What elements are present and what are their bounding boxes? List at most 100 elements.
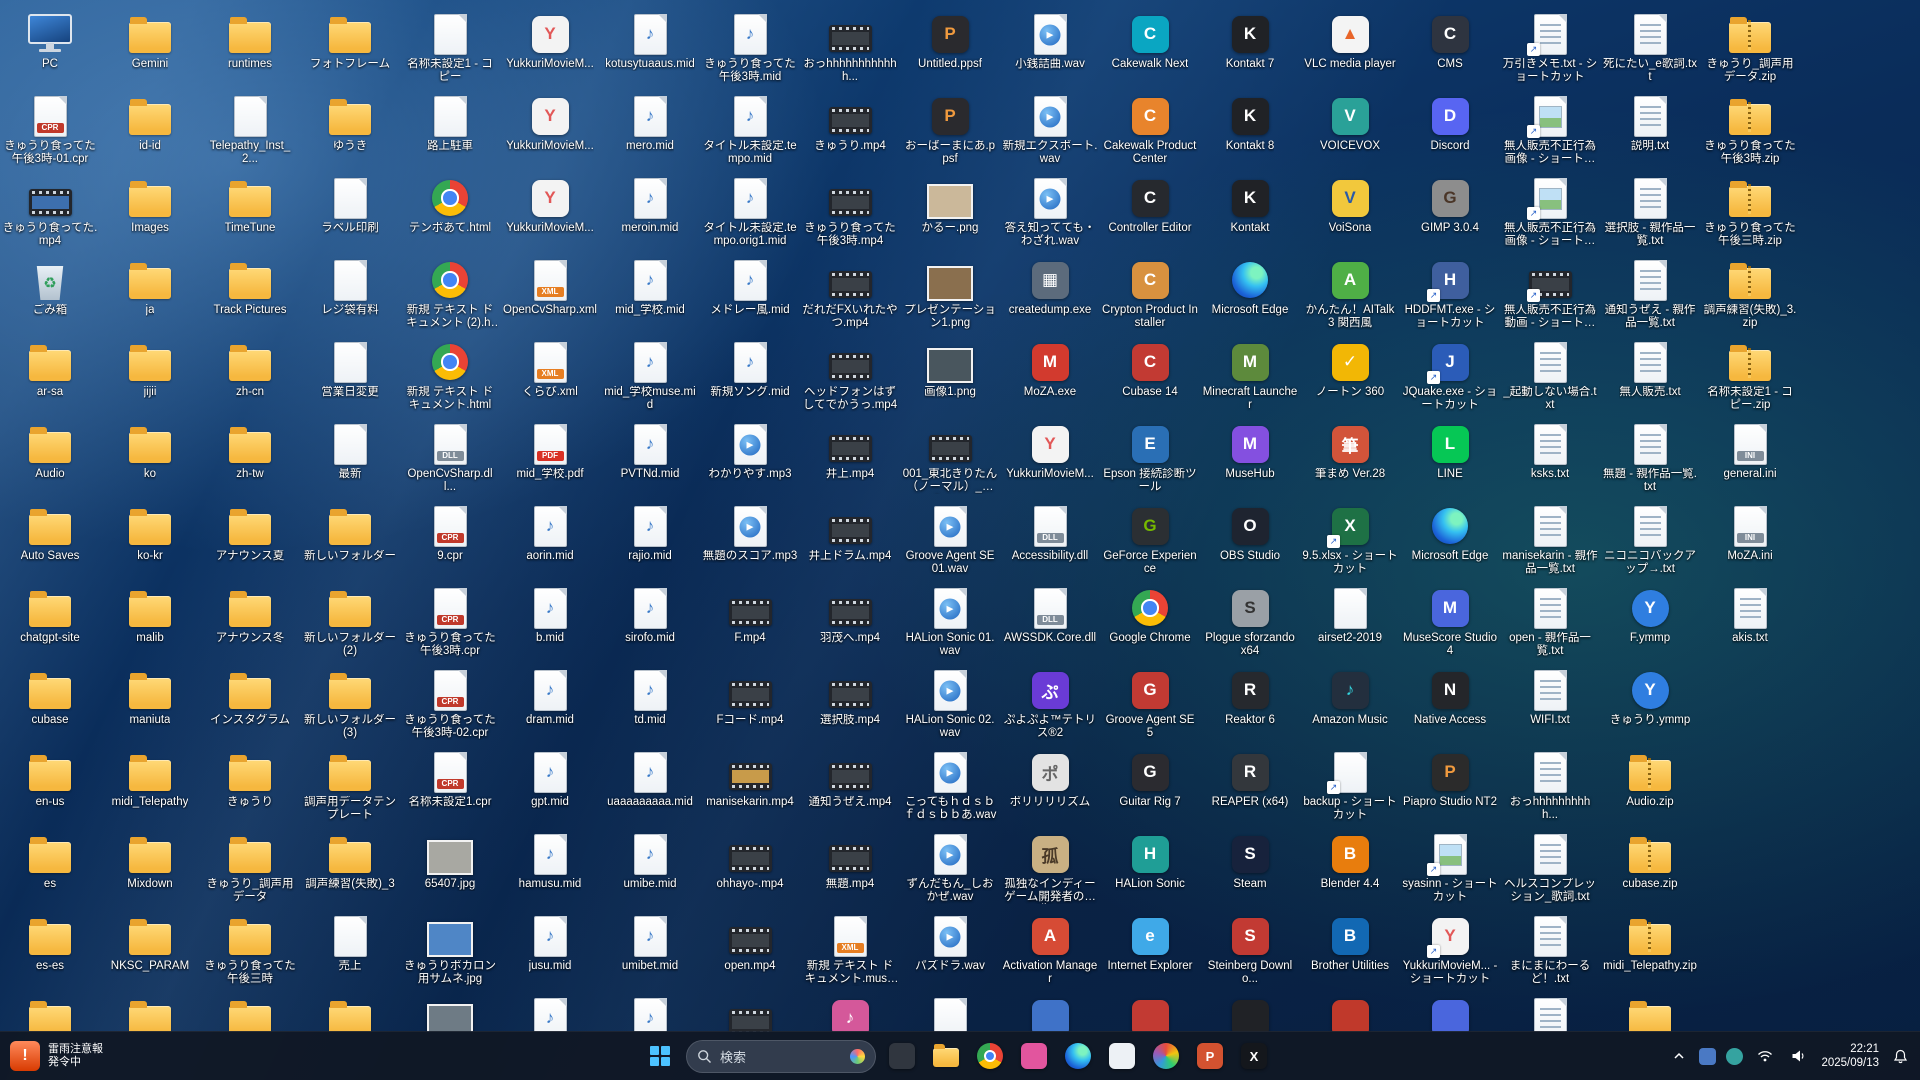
desktop-icon[interactable]: 最新: [300, 418, 400, 500]
desktop-icon[interactable]: SSteam: [1200, 828, 1300, 910]
desktop-icon[interactable]: PDFmid_学校.pdf: [500, 418, 600, 500]
desktop-icon[interactable]: ♪hamusu.mid: [500, 828, 600, 910]
desktop-icon[interactable]: manisekarin - 親作品一覧.txt: [1500, 500, 1600, 582]
desktop-icon[interactable]: きゅうり_調声用データ: [200, 828, 300, 910]
desktop-icon[interactable]: ksks.txt: [1500, 418, 1600, 500]
desktop-icon[interactable]: ♪umibet.mid: [600, 910, 700, 992]
desktop-icon[interactable]: GGuitar Rig 7: [1100, 746, 1200, 828]
desktop-icon[interactable]: INIMoZA.ini: [1700, 500, 1800, 582]
search-box[interactable]: 検索: [686, 1040, 876, 1073]
widgets-button[interactable]: ! 雷雨注意報 発令中: [10, 1032, 103, 1080]
desktop-icon[interactable]: Audio: [0, 418, 100, 500]
desktop-icon[interactable]: 無題 - 親作品一覧.txt: [1600, 418, 1700, 500]
desktop-icon[interactable]: XMLOpenCvSharp.xml: [500, 254, 600, 336]
desktop-icon[interactable]: Pおーばーまにあ.ppsf: [900, 90, 1000, 172]
desktop-icon[interactable]: KKontakt: [1200, 172, 1300, 254]
desktop-icon[interactable]: 通知うぜえ.mp4: [800, 746, 900, 828]
desktop-icon[interactable]: CPRきゅうり食ってた午後3時.cpr: [400, 582, 500, 664]
desktop-icon[interactable]: Microsoft Edge: [1400, 500, 1500, 582]
desktop-icon[interactable]: アナウンス冬: [200, 582, 300, 664]
volume-icon[interactable]: [1787, 1045, 1811, 1067]
desktop-icon[interactable]: ▦createdump.exe: [1000, 254, 1100, 336]
desktop-icon[interactable]: ♪PVTNd.mid: [600, 418, 700, 500]
desktop-icon[interactable]: [300, 992, 400, 1032]
powerpoint[interactable]: P: [1190, 1036, 1230, 1076]
desktop-icon[interactable]: [1200, 992, 1300, 1032]
desktop-icon[interactable]: ohhayo-.mp4: [700, 828, 800, 910]
desktop-icon[interactable]: ↗無人販売不正行為 画像 - ショートカット: [1500, 172, 1600, 254]
google-chrome[interactable]: [970, 1036, 1010, 1076]
desktop-icon[interactable]: X↗9.5.xlsx - ショートカット: [1300, 500, 1400, 582]
desktop-icon[interactable]: ▶わかりやす.mp3: [700, 418, 800, 500]
desktop-icon[interactable]: ▲VLC media player: [1300, 8, 1400, 90]
desktop-icon[interactable]: YYukkuriMovieM...: [500, 172, 600, 254]
pinned-app-light[interactable]: [1102, 1036, 1142, 1076]
desktop-icon[interactable]: ▶新規エクスポート.wav: [1000, 90, 1100, 172]
desktop-icon[interactable]: [0, 992, 100, 1032]
desktop-icon[interactable]: ♪: [800, 992, 900, 1032]
desktop-icon[interactable]: MMoZA.exe: [1000, 336, 1100, 418]
desktop-icon[interactable]: XMLくらび.xml: [500, 336, 600, 418]
desktop-icon[interactable]: ▶小銭詰曲.wav: [1000, 8, 1100, 90]
desktop-icon[interactable]: [1000, 992, 1100, 1032]
desktop-icon[interactable]: ↗backup - ショートカット: [1300, 746, 1400, 828]
desktop-icon[interactable]: malib: [100, 582, 200, 664]
desktop-icon[interactable]: 65407.jpg: [400, 828, 500, 910]
desktop-icon[interactable]: ♪mero.mid: [600, 90, 700, 172]
desktop-icon[interactable]: Y↗YukkuriMovieM... - ショートカット: [1400, 910, 1500, 992]
desktop-icon[interactable]: es-es: [0, 910, 100, 992]
desktop-icon[interactable]: open - 親作品一覧.txt: [1500, 582, 1600, 664]
desktop-icon[interactable]: Fコード.mp4: [700, 664, 800, 746]
desktop-icon[interactable]: 001_東北きりたん（ノーマル）_今しゃ...: [900, 418, 1000, 500]
desktop-icon[interactable]: ♪kotusytuaaus.mid: [600, 8, 700, 90]
desktop-icon[interactable]: ↗万引きメモ.txt - ショートカット: [1500, 8, 1600, 90]
desktop-icon[interactable]: H↗HDDFMT.exe - ショートカット: [1400, 254, 1500, 336]
desktop-icon[interactable]: chatgpt-site: [0, 582, 100, 664]
desktop-icon[interactable]: airset2-2019: [1300, 582, 1400, 664]
desktop-icon[interactable]: _起動しない場合.txt: [1500, 336, 1600, 418]
desktop-icon[interactable]: 画像1.png: [900, 336, 1000, 418]
desktop-icon[interactable]: ♪umibe.mid: [600, 828, 700, 910]
desktop-icon[interactable]: YYukkuriMovieM...: [500, 90, 600, 172]
desktop-icon[interactable]: Google Chrome: [1100, 582, 1200, 664]
desktop-icon[interactable]: きゅうり食ってた午後3時.zip: [1700, 90, 1800, 172]
desktop-icon[interactable]: SPlogue sforzando x64: [1200, 582, 1300, 664]
desktop-icon[interactable]: GGeForce Experience: [1100, 500, 1200, 582]
desktop-icon[interactable]: [200, 992, 300, 1032]
desktop-icon[interactable]: XML新規 テキスト ドキュメント.musicxml: [800, 910, 900, 992]
desktop-icon[interactable]: J↗JQuake.exe - ショートカット: [1400, 336, 1500, 418]
desktop-icon[interactable]: PPiapro Studio NT2: [1400, 746, 1500, 828]
desktop-icon[interactable]: 名称未設定1 - コピー: [400, 8, 500, 90]
desktop-icon[interactable]: ♪Amazon Music: [1300, 664, 1400, 746]
start-button[interactable]: [640, 1036, 680, 1076]
desktop-icon[interactable]: DDiscord: [1400, 90, 1500, 172]
desktop-icon[interactable]: CCakewalk Product Center: [1100, 90, 1200, 172]
desktop-icon[interactable]: en-us: [0, 746, 100, 828]
desktop-icon[interactable]: 新規 テキスト ドキュメント.html: [400, 336, 500, 418]
desktop-icon[interactable]: きゅうり食ってた.mp4: [0, 172, 100, 254]
desktop-icon[interactable]: ♪: [600, 992, 700, 1032]
desktop-icon[interactable]: runtimes: [200, 8, 300, 90]
desktop-icon[interactable]: MMuseHub: [1200, 418, 1300, 500]
desktop-icon[interactable]: BBlender 4.4: [1300, 828, 1400, 910]
desktop-icon[interactable]: 名称未設定1 - コピー.zip: [1700, 336, 1800, 418]
desktop-icon[interactable]: Yきゅうり.ymmp: [1600, 664, 1700, 746]
desktop-icon[interactable]: ▶無題のスコア.mp3: [700, 500, 800, 582]
desktop-icon[interactable]: PUntitled.ppsf: [900, 8, 1000, 90]
desktop-icon[interactable]: [100, 992, 200, 1032]
desktop-icon[interactable]: zh-tw: [200, 418, 300, 500]
desktop-icon[interactable]: ▶こってもｈｄｓｂｆｄｓｂｂあ.wav: [900, 746, 1000, 828]
desktop-icon[interactable]: ぷぷよぷよ™テトリス®2: [1000, 664, 1100, 746]
desktop-icon[interactable]: MMinecraft Launcher: [1200, 336, 1300, 418]
desktop-icon[interactable]: きゅうり_調声用データ.zip: [1700, 8, 1800, 90]
desktop-icon[interactable]: 調声用データテンプレート: [300, 746, 400, 828]
desktop-icon[interactable]: ▶HALion Sonic 01.wav: [900, 582, 1000, 664]
desktop-icon[interactable]: ♪jusu.mid: [500, 910, 600, 992]
desktop-icon[interactable]: ラベル印刷: [300, 172, 400, 254]
desktop-icon[interactable]: CPRきゅうり食ってた午後3時-02.cpr: [400, 664, 500, 746]
desktop-icon[interactable]: NKSC_PARAM: [100, 910, 200, 992]
desktop-icon[interactable]: F.mp4: [700, 582, 800, 664]
desktop-icon[interactable]: midi_Telepathy.zip: [1600, 910, 1700, 992]
desktop-icon[interactable]: NNative Access: [1400, 664, 1500, 746]
desktop-icon[interactable]: アナウンス夏: [200, 500, 300, 582]
